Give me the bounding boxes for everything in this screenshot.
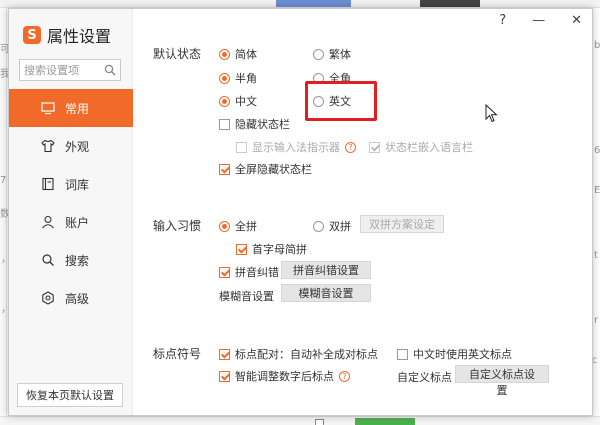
checkbox-label: 智能调整数字后标点 (235, 370, 334, 383)
section-label-default-state: 默认状态 (153, 47, 202, 61)
checkbox-label: 拼音纠错 (235, 266, 279, 279)
highlight-annotation (305, 81, 377, 121)
pinyin-correction-settings-button[interactable]: 拼音纠错设置 (281, 261, 371, 279)
radio-chinese[interactable]: 中文 (219, 93, 257, 109)
background-text: b (594, 40, 600, 51)
checkbox-pinyin-correction[interactable]: 拼音纠错 (219, 264, 279, 280)
checkbox-initial-abbrev[interactable]: 首字母简拼 (236, 241, 307, 257)
checkbox-label: 中文时使用英文标点 (413, 348, 512, 361)
sidebar-item-label: 词库 (65, 177, 90, 192)
section-label-input-habit: 输入习惯 (153, 219, 202, 233)
fuzzy-label: 模糊音设置 (219, 290, 274, 303)
book-icon (42, 177, 54, 191)
radio-half-width-control[interactable] (219, 72, 230, 84)
radio-shuangpin-control[interactable] (313, 220, 324, 232)
checkbox-pair-match[interactable]: 标点配对：自动补全成对标点 (219, 346, 378, 362)
background-dark-tab (420, 0, 480, 7)
brand: S 属性设置 (23, 23, 111, 47)
checkbox-control[interactable] (369, 141, 380, 153)
sidebar-item-account[interactable]: 账户 (9, 203, 133, 241)
search-box[interactable] (19, 59, 121, 81)
sidebar: S 属性设置 常用 外观 (9, 9, 133, 415)
sidebar-item-lexicon[interactable]: 词库 (9, 165, 133, 203)
checkbox-control[interactable] (397, 348, 408, 360)
checkbox-embed-lang-bar[interactable]: 状态栏嵌入语言栏 (369, 139, 473, 155)
help-icon[interactable]: ? (345, 141, 356, 153)
background-text: E (594, 185, 600, 196)
mouse-cursor-icon (485, 104, 498, 123)
dialog-title: 属性设置 (47, 27, 112, 46)
checkbox-control[interactable] (219, 370, 230, 382)
checkbox-label: 首字母简拼 (252, 243, 307, 256)
background-green-button (355, 418, 415, 425)
custom-punct-button[interactable]: 自定义标点设置 (455, 365, 549, 397)
settings-dialog: S 属性设置 常用 外观 (8, 8, 593, 416)
checkbox-show-indicator[interactable]: 显示输入法指示器 ? (236, 139, 356, 155)
checkbox-label: 全屏隐藏状态栏 (235, 163, 312, 176)
checkbox-label: 状态栏嵌入语言栏 (385, 141, 473, 154)
radio-traditional[interactable]: 繁体 (313, 46, 351, 62)
checkbox-fullscreen-hide[interactable]: 全屏隐藏状态栏 (219, 161, 312, 177)
sidebar-item-search[interactable]: 搜索 (9, 241, 133, 279)
shuangpin-settings-button[interactable]: 双拼方案设定 (360, 215, 444, 233)
search-icon (42, 254, 54, 266)
checkbox-control[interactable] (219, 118, 230, 130)
monitor-icon (41, 102, 55, 115)
fuzzy-settings-button[interactable]: 模糊音设置 (281, 284, 371, 302)
checkbox-control[interactable] (236, 141, 247, 153)
sidebar-nav: 常用 外观 词库 账户 搜索 高级 (9, 89, 133, 317)
radio-simplified-control[interactable] (219, 48, 230, 60)
radio-half-width[interactable]: 半角 (219, 70, 257, 86)
radio-label: 中文 (235, 95, 257, 108)
sidebar-item-label: 高级 (65, 291, 90, 306)
help-icon[interactable]: ? (339, 370, 350, 382)
radio-label: 繁体 (329, 48, 351, 61)
radio-traditional-control[interactable] (313, 48, 324, 60)
checkbox-hide-status-bar[interactable]: 隐藏状态栏 (219, 116, 290, 132)
checkbox-control[interactable] (219, 348, 230, 360)
user-icon (42, 215, 54, 229)
checkbox-english-in-chinese[interactable]: 中文时使用英文标点 (397, 346, 512, 362)
settings-content: 默认状态 简体 繁体 半角 全角 中文 英文 隐藏状态栏 显示输入法指示器 ? … (133, 9, 592, 415)
background-text: t (594, 250, 598, 261)
radio-label: 半角 (235, 72, 257, 85)
sidebar-item-appearance[interactable]: 外观 (9, 127, 133, 165)
radio-simplified[interactable]: 简体 (219, 46, 257, 62)
sidebar-item-label: 外观 (65, 139, 90, 154)
checkbox-label: 隐藏状态栏 (235, 118, 290, 131)
sidebar-item-label: 常用 (65, 101, 90, 116)
restore-defaults-button[interactable]: 恢复本页默认设置 (17, 383, 123, 407)
custom-punct-label: 自定义标点 (397, 371, 452, 384)
radio-label: 简体 (235, 48, 257, 61)
background-checkbox (315, 419, 324, 425)
search-input[interactable] (24, 63, 104, 77)
section-label-punctuation: 标点符号 (153, 347, 202, 361)
checkbox-label: 标点配对：自动补全成对标点 (235, 348, 378, 361)
background-text: 7 (0, 175, 7, 186)
radio-quanpin[interactable]: 全拼 (219, 218, 257, 234)
checkbox-control[interactable] (219, 163, 230, 175)
checkbox-label: 显示输入法指示器 (252, 141, 340, 154)
sidebar-item-advanced[interactable]: 高级 (9, 279, 133, 317)
radio-quanpin-control[interactable] (219, 220, 230, 232)
checkbox-smart-digits[interactable]: 智能调整数字后标点 ? (219, 368, 350, 384)
radio-label: 双拼 (329, 220, 351, 233)
background-bottom-bar (0, 416, 600, 425)
sidebar-item-label: 搜索 (65, 253, 90, 268)
sogou-logo-icon: S (23, 26, 41, 44)
sidebar-item-common[interactable]: 常用 (9, 89, 133, 127)
background-text: r (594, 315, 599, 326)
radio-label: 全拼 (235, 220, 257, 233)
radio-chinese-control[interactable] (219, 95, 230, 107)
sidebar-item-label: 账户 (65, 215, 90, 230)
search-icon[interactable] (104, 64, 116, 76)
background-toolbar (0, 0, 600, 8)
gear-icon (42, 291, 54, 305)
shirt-icon (41, 139, 55, 153)
checkbox-control[interactable] (236, 243, 247, 255)
radio-shuangpin[interactable]: 双拼 (313, 218, 351, 234)
checkbox-control[interactable] (219, 266, 230, 278)
background-blue-tab (276, 0, 351, 7)
background-text: 6 (594, 145, 600, 156)
